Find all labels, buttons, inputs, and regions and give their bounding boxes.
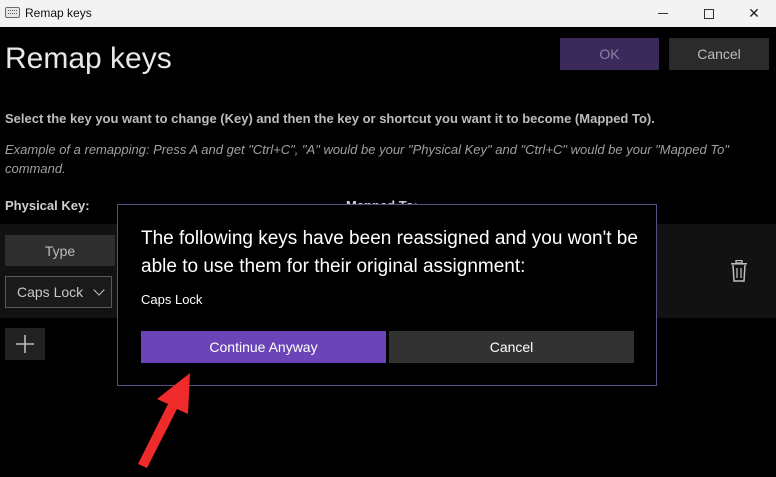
cancel-button[interactable]: Cancel — [669, 38, 769, 70]
title-bar: Remap keys ✕ — [0, 0, 776, 27]
maximize-button[interactable] — [686, 0, 732, 27]
page-title: Remap keys — [5, 42, 172, 75]
instructions-text: Select the key you want to change (Key) … — [5, 111, 655, 126]
minimize-icon — [658, 13, 668, 14]
plus-icon — [16, 335, 34, 353]
window-title: Remap keys — [25, 6, 92, 20]
minimize-button[interactable] — [640, 0, 686, 27]
close-button[interactable]: ✕ — [731, 0, 776, 27]
annotation-arrow-icon — [138, 373, 190, 468]
close-icon: ✕ — [748, 5, 760, 21]
example-text: Example of a remapping: Press A and get … — [5, 142, 729, 176]
ok-button[interactable]: OK — [560, 38, 659, 70]
dialog-message: The following keys have been reassigned … — [141, 228, 638, 277]
chevron-down-icon — [93, 284, 105, 296]
trash-icon[interactable] — [729, 260, 749, 282]
confirmation-dialog: The following keys have been reassigned … — [117, 204, 657, 386]
physical-key-dropdown[interactable]: Caps Lock — [5, 276, 112, 308]
dialog-cancel-button[interactable]: Cancel — [389, 331, 634, 363]
add-mapping-button[interactable] — [5, 328, 45, 360]
keyboard-icon — [5, 7, 20, 18]
type-key-button[interactable]: Type — [5, 235, 115, 266]
continue-anyway-button[interactable]: Continue Anyway — [141, 331, 386, 363]
reassigned-key: Caps Lock — [141, 292, 203, 307]
dropdown-value: Caps Lock — [17, 284, 84, 300]
maximize-icon — [704, 8, 714, 19]
physical-key-header: Physical Key: — [5, 198, 90, 213]
